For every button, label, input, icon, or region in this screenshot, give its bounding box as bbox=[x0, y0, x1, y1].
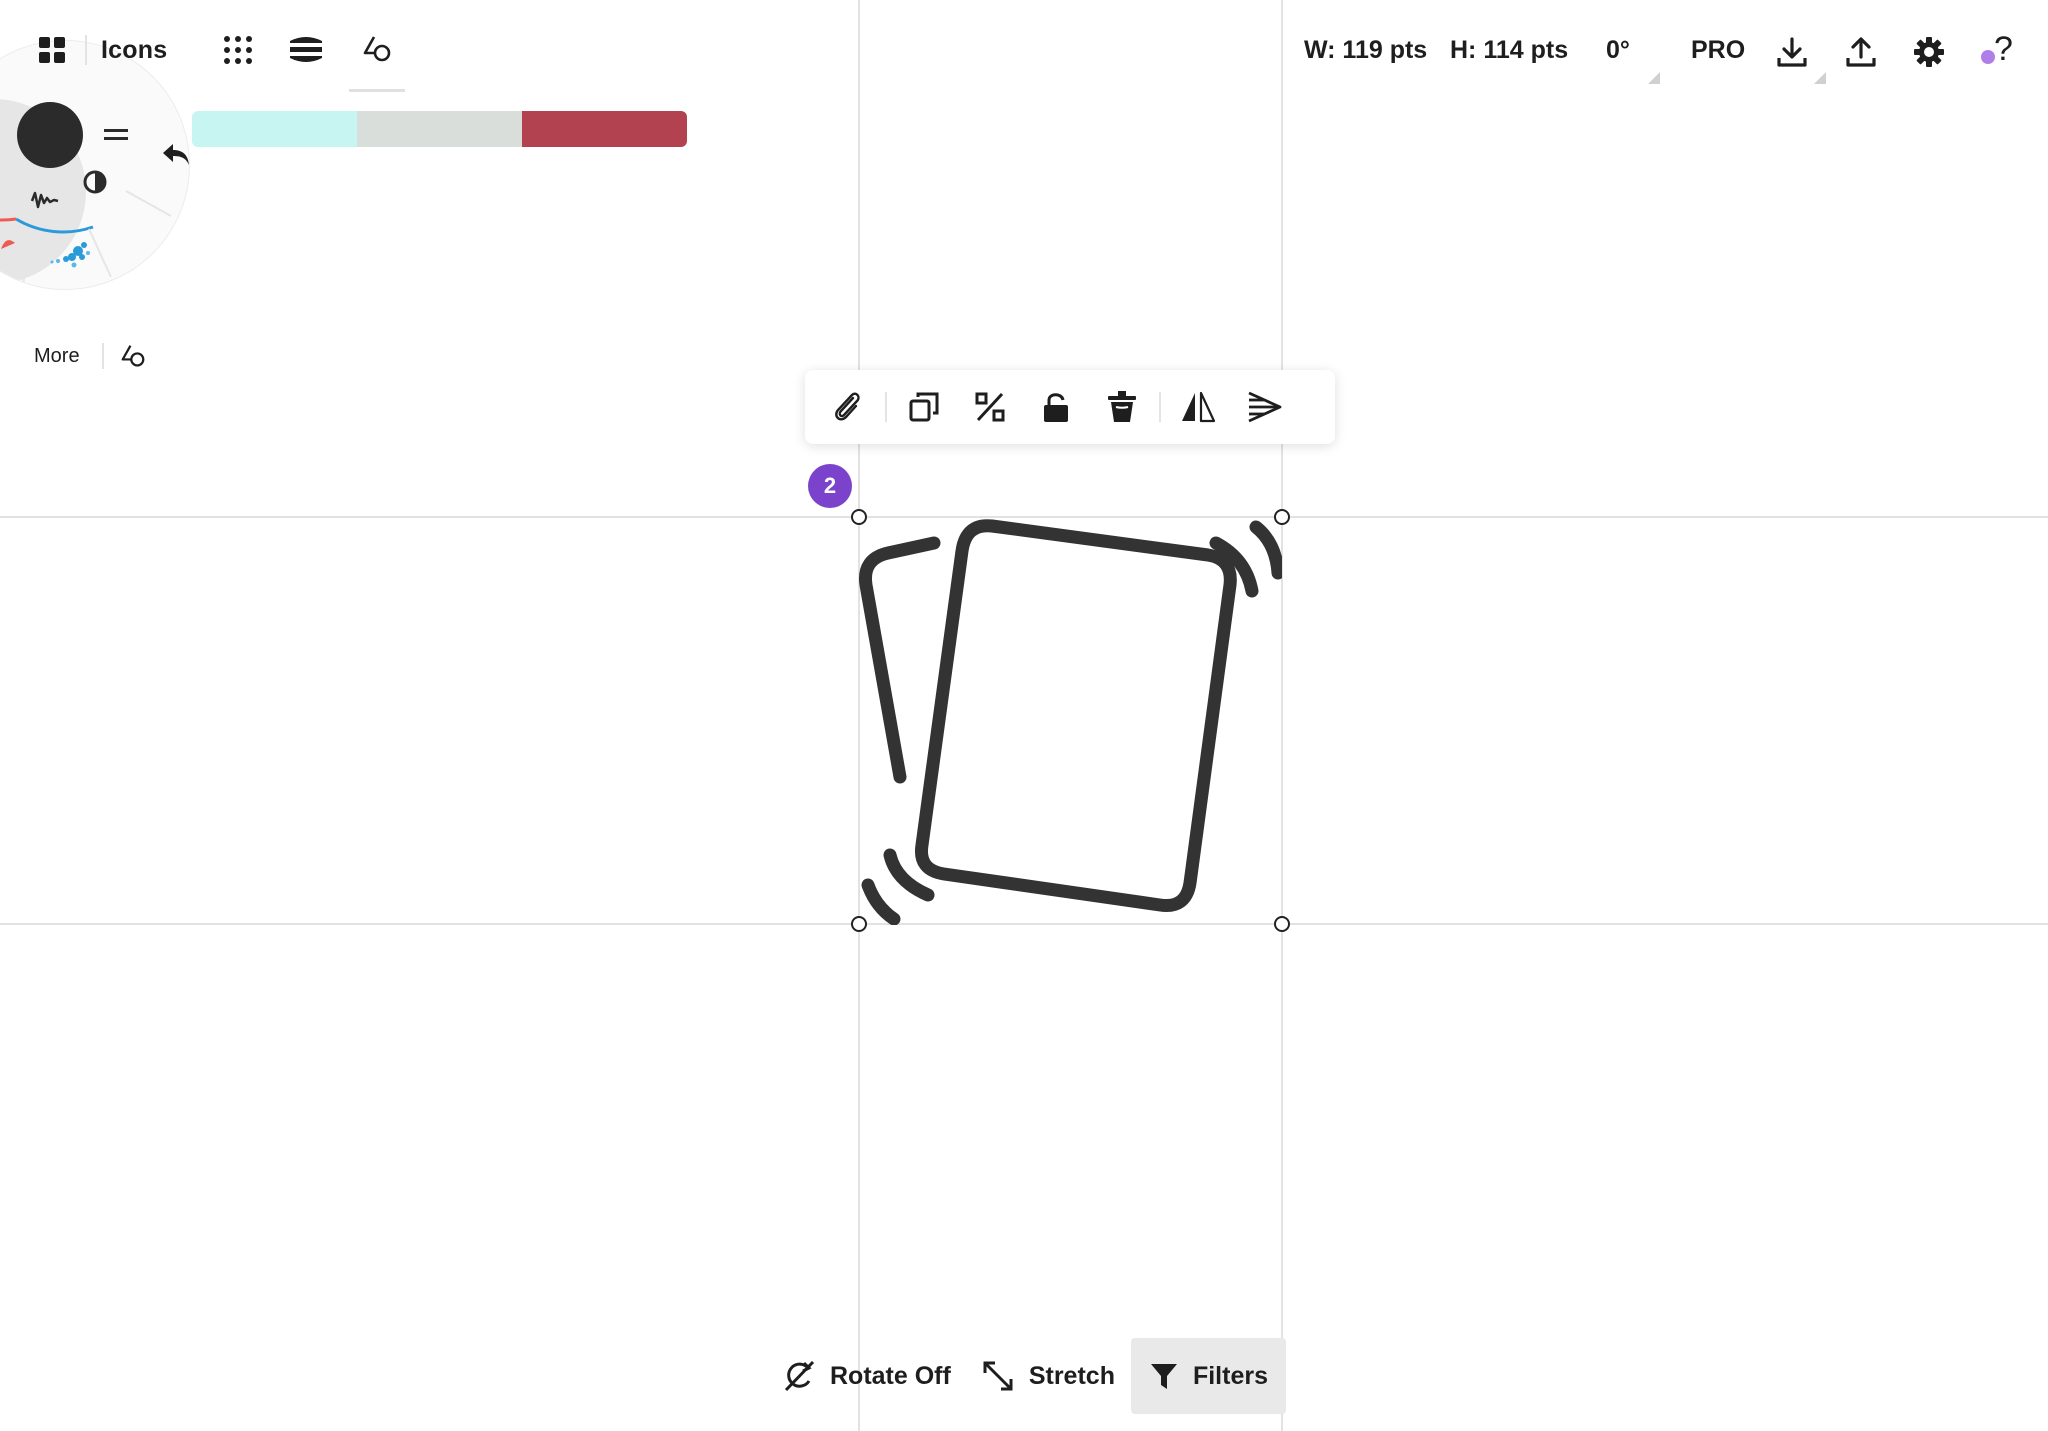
rotate-off-icon bbox=[784, 1360, 815, 1392]
height-readout[interactable]: H: 114 pts bbox=[1450, 36, 1568, 65]
more-button[interactable]: More bbox=[34, 345, 80, 368]
flip-horizontal-icon[interactable] bbox=[1165, 377, 1231, 437]
rotate-label: Rotate Off bbox=[830, 1361, 951, 1390]
filter-funnel-icon bbox=[1150, 1364, 1177, 1389]
rotate-toggle-button[interactable]: Rotate Off bbox=[770, 1338, 963, 1414]
airbrush-icon[interactable] bbox=[42, 236, 96, 276]
brush-color-dot[interactable] bbox=[17, 102, 83, 168]
more-row: More bbox=[34, 336, 148, 376]
selection-toolbar bbox=[805, 370, 1335, 444]
filters-label: Filters bbox=[1192, 1361, 1268, 1390]
more-divider bbox=[101, 343, 104, 369]
share-upload-icon[interactable] bbox=[1839, 30, 1883, 74]
color-swatch[interactable] bbox=[192, 111, 357, 147]
unlock-icon[interactable] bbox=[1023, 377, 1089, 437]
top-right-toolbar: W: 119 pts H: 114 pts 0° PRO ? bbox=[1288, 0, 2048, 104]
trash-icon[interactable] bbox=[1089, 377, 1155, 437]
layers-icon[interactable] bbox=[281, 25, 331, 75]
opacity-icon[interactable] bbox=[78, 165, 112, 199]
app-title[interactable]: Icons bbox=[101, 36, 167, 65]
selection-count-badge: 2 bbox=[808, 464, 852, 508]
rotation-corner-marker bbox=[1648, 72, 1660, 84]
dots-grid-icon[interactable] bbox=[213, 25, 263, 75]
align-icon[interactable] bbox=[1231, 377, 1297, 437]
stretch-icon bbox=[983, 1361, 1013, 1391]
percent-icon[interactable] bbox=[957, 377, 1023, 437]
rotation-readout[interactable]: 0° bbox=[1606, 36, 1630, 65]
pro-button[interactable]: PRO bbox=[1691, 36, 1745, 65]
width-readout[interactable]: W: 119 pts bbox=[1304, 36, 1427, 65]
shaking-cards-artwork[interactable] bbox=[858, 517, 1282, 925]
color-swatch[interactable] bbox=[522, 111, 687, 147]
color-swatch[interactable] bbox=[357, 111, 522, 147]
stretch-label: Stretch bbox=[1028, 1361, 1115, 1390]
help-button[interactable]: ? bbox=[1994, 30, 2013, 69]
stretch-button[interactable]: Stretch bbox=[969, 1338, 1127, 1414]
download-icon[interactable] bbox=[1770, 30, 1814, 74]
color-palette-strip bbox=[192, 111, 687, 147]
attach-icon[interactable] bbox=[815, 377, 881, 437]
top-left-toolbar: Icons bbox=[0, 0, 406, 100]
duplicate-icon[interactable] bbox=[891, 377, 957, 437]
gallery-grid-icon[interactable] bbox=[27, 25, 77, 75]
gear-icon[interactable] bbox=[1907, 30, 1951, 74]
toolbar-divider bbox=[85, 35, 87, 65]
bottom-toolbar: Rotate Off Stretch Filters bbox=[770, 1338, 1286, 1414]
brush-size-icon[interactable] bbox=[96, 120, 136, 150]
download-corner-marker bbox=[1814, 72, 1826, 84]
pressure-stroke-icon[interactable] bbox=[28, 182, 62, 216]
toolbar-divider bbox=[1159, 392, 1161, 422]
filters-button[interactable]: Filters bbox=[1130, 1338, 1286, 1414]
undo-icon[interactable] bbox=[156, 136, 196, 172]
shapes-icon[interactable] bbox=[349, 8, 406, 92]
notification-dot bbox=[1981, 50, 1995, 64]
toolbar-divider bbox=[885, 392, 887, 422]
shapes-icon[interactable] bbox=[118, 341, 148, 371]
